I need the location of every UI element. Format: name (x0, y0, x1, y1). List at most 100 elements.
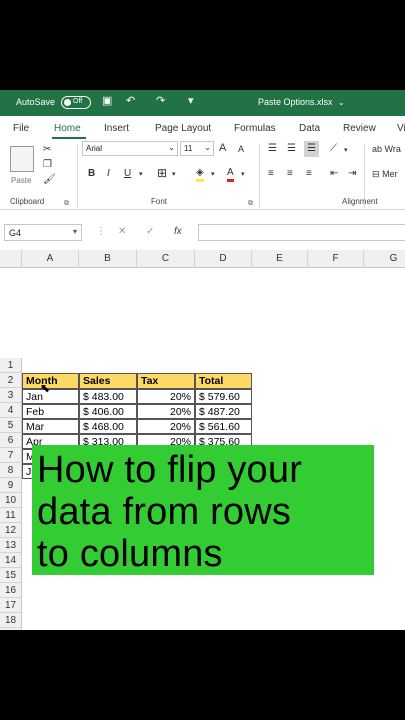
table-cell-sales[interactable]: $ 468.00 (79, 419, 137, 434)
align-middle-icon[interactable]: ☰ (287, 143, 296, 155)
grow-font-button[interactable]: A (219, 142, 226, 154)
copy-icon[interactable]: ❐ (43, 159, 52, 171)
column-header-d[interactable]: D (195, 250, 252, 268)
cut-icon[interactable]: ✂ (43, 144, 51, 156)
row-header-14[interactable]: 14 (0, 553, 22, 568)
undo-icon[interactable]: ↶ (126, 96, 135, 107)
active-tab-indicator (52, 137, 86, 139)
table-cell-tax[interactable]: 20% (137, 389, 195, 404)
tab-formulas[interactable]: Formulas (234, 123, 276, 134)
formula-input[interactable] (198, 224, 405, 241)
table-cell-sales[interactable]: $ 406.00 (79, 404, 137, 419)
dialog-launcher-icon[interactable]: ⧉ (64, 198, 69, 210)
table-cell-total[interactable]: $ 561.60 (195, 419, 252, 434)
row-header-15[interactable]: 15 (0, 568, 22, 583)
table-cell-tax[interactable]: 20% (137, 404, 195, 419)
insert-function-icon[interactable]: fx (174, 226, 182, 237)
wrap-text-button[interactable]: ab Wra (372, 143, 401, 155)
more-icon[interactable]: ⋮ (96, 226, 106, 237)
table-cell-month[interactable]: Mar (22, 419, 79, 434)
increase-indent-icon[interactable]: ⇥ (348, 168, 356, 180)
tab-file[interactable]: File (13, 123, 29, 134)
column-header-a[interactable]: A (22, 250, 79, 268)
table-header-tax[interactable]: Tax (137, 373, 195, 389)
dialog-launcher-icon[interactable]: ⧉ (248, 198, 253, 210)
table-header-sales[interactable]: Sales (79, 373, 137, 389)
name-box[interactable]: G4 ▾ (4, 224, 82, 241)
chevron-down-icon[interactable]: ▾ (344, 145, 348, 157)
shrink-font-button[interactable]: A (238, 143, 244, 155)
row-header-1[interactable]: 1 (0, 358, 22, 373)
row-header-17[interactable]: 17 (0, 598, 22, 613)
enter-icon[interactable]: ✓ (146, 226, 154, 237)
format-painter-icon[interactable]: 🖌 (43, 174, 56, 186)
column-header-g[interactable]: G (364, 250, 405, 268)
tab-view[interactable]: Vi (397, 123, 405, 134)
table-cell-month[interactable]: Jan (22, 389, 79, 404)
clipboard-group-label: Clipboard (10, 197, 45, 206)
column-header-c[interactable]: C (137, 250, 195, 268)
row-header-8[interactable]: 8 (0, 463, 22, 478)
chevron-down-icon[interactable]: ▾ (241, 169, 245, 181)
column-header-b[interactable]: B (79, 250, 137, 268)
tab-review[interactable]: Review (343, 123, 376, 134)
select-all-corner[interactable] (0, 250, 22, 268)
row-header-13[interactable]: 13 (0, 538, 22, 553)
align-bottom-icon[interactable]: ☰ (304, 141, 319, 157)
row-header-16[interactable]: 16 (0, 583, 22, 598)
row-header-19[interactable]: 19 (0, 628, 22, 630)
decrease-indent-icon[interactable]: ⇤ (330, 168, 338, 180)
table-header-total[interactable]: Total (195, 373, 252, 389)
underline-button[interactable]: U (124, 168, 131, 180)
tab-home[interactable]: Home (54, 123, 81, 134)
row-header-5[interactable]: 5 (0, 418, 22, 433)
row-header-7[interactable]: 7 (0, 448, 22, 463)
table-cell-tax[interactable]: 20% (137, 419, 195, 434)
customize-icon[interactable]: ▾ (188, 96, 194, 107)
tab-page-layout[interactable]: Page Layout (155, 123, 211, 134)
paste-icon[interactable] (10, 146, 34, 172)
redo-icon[interactable]: ↷ (156, 96, 165, 107)
tab-data[interactable]: Data (299, 123, 320, 134)
row-header-4[interactable]: 4 (0, 403, 22, 418)
orientation-icon[interactable]: ⟋ (330, 143, 337, 155)
merge-center-button[interactable]: ⊟ Mer (372, 168, 398, 180)
row-header-3[interactable]: 3 (0, 388, 22, 403)
row-header-9[interactable]: 9 (0, 478, 22, 493)
font-color-icon[interactable]: A (227, 167, 234, 182)
align-top-icon[interactable]: ☰ (268, 143, 277, 155)
chevron-down-icon[interactable]: ▾ (211, 169, 215, 181)
italic-button[interactable]: I (107, 168, 110, 180)
font-size-combo[interactable]: 11 ⌄ (180, 141, 214, 156)
table-header-month[interactable]: Month (22, 373, 79, 389)
chevron-down-icon[interactable]: ▾ (172, 169, 176, 181)
column-header-f[interactable]: F (308, 250, 364, 268)
borders-icon[interactable]: ⊞ (157, 167, 167, 179)
chevron-down-icon[interactable]: ⌄ (338, 97, 345, 108)
row-header-18[interactable]: 18 (0, 613, 22, 628)
save-icon[interactable]: ▣ (102, 96, 112, 107)
row-header-2[interactable]: 2 (0, 373, 22, 388)
align-left-icon[interactable]: ≡ (268, 168, 274, 180)
table-cell-total[interactable]: $ 579.60 (195, 389, 252, 404)
fill-color-icon[interactable]: ◈ (196, 167, 204, 182)
row-header-11[interactable]: 11 (0, 508, 22, 523)
title-bar: AutoSave Off ▣ ↶ ↷ ▾ Paste Options.xlsx … (0, 90, 405, 116)
align-right-icon[interactable]: ≡ (306, 168, 312, 180)
autosave-toggle[interactable]: Off (61, 96, 91, 109)
cancel-icon[interactable]: ✕ (118, 226, 126, 237)
align-center-icon[interactable]: ≡ (287, 168, 293, 180)
column-header-e[interactable]: E (252, 250, 308, 268)
font-name-combo[interactable]: Arial ⌄ (82, 141, 178, 156)
chevron-down-icon[interactable]: ▾ (139, 169, 143, 181)
table-cell-total[interactable]: $ 487.20 (195, 404, 252, 419)
row-header-6[interactable]: 6 (0, 433, 22, 448)
ribbon-home: Paste ✂ ❐ 🖌 Clipboard ⧉ Arial ⌄ 11 ⌄ A A… (0, 140, 405, 210)
tab-insert[interactable]: Insert (104, 123, 129, 134)
table-cell-sales[interactable]: $ 483.00 (79, 389, 137, 404)
paste-label[interactable]: Paste (11, 175, 31, 187)
bold-button[interactable]: B (88, 168, 95, 180)
row-header-12[interactable]: 12 (0, 523, 22, 538)
table-cell-month[interactable]: Feb (22, 404, 79, 419)
row-header-10[interactable]: 10 (0, 493, 22, 508)
